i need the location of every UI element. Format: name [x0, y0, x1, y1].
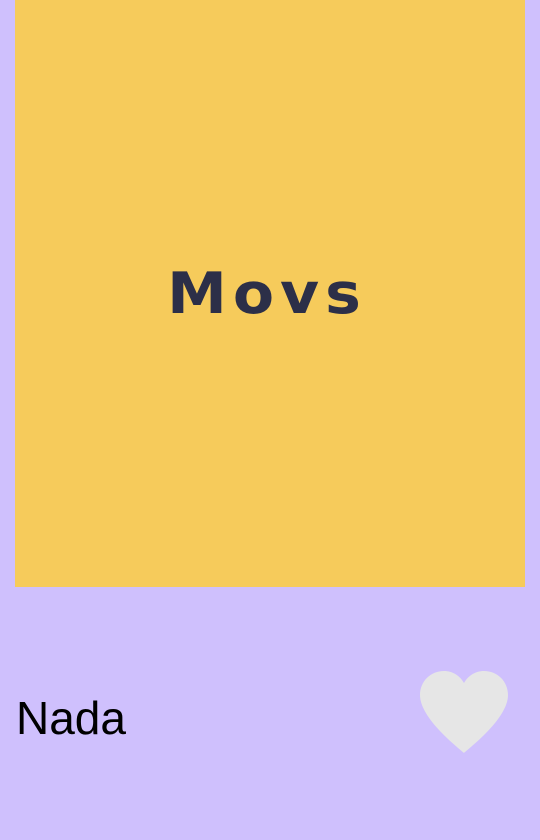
movie-title: Nada	[16, 692, 126, 744]
favorite-button[interactable]	[418, 669, 510, 755]
poster-logo-text: Movs	[167, 260, 367, 327]
heart-icon	[420, 671, 508, 753]
movie-poster[interactable]: Movs	[15, 0, 525, 587]
movie-card-footer: Nada	[0, 587, 540, 840]
